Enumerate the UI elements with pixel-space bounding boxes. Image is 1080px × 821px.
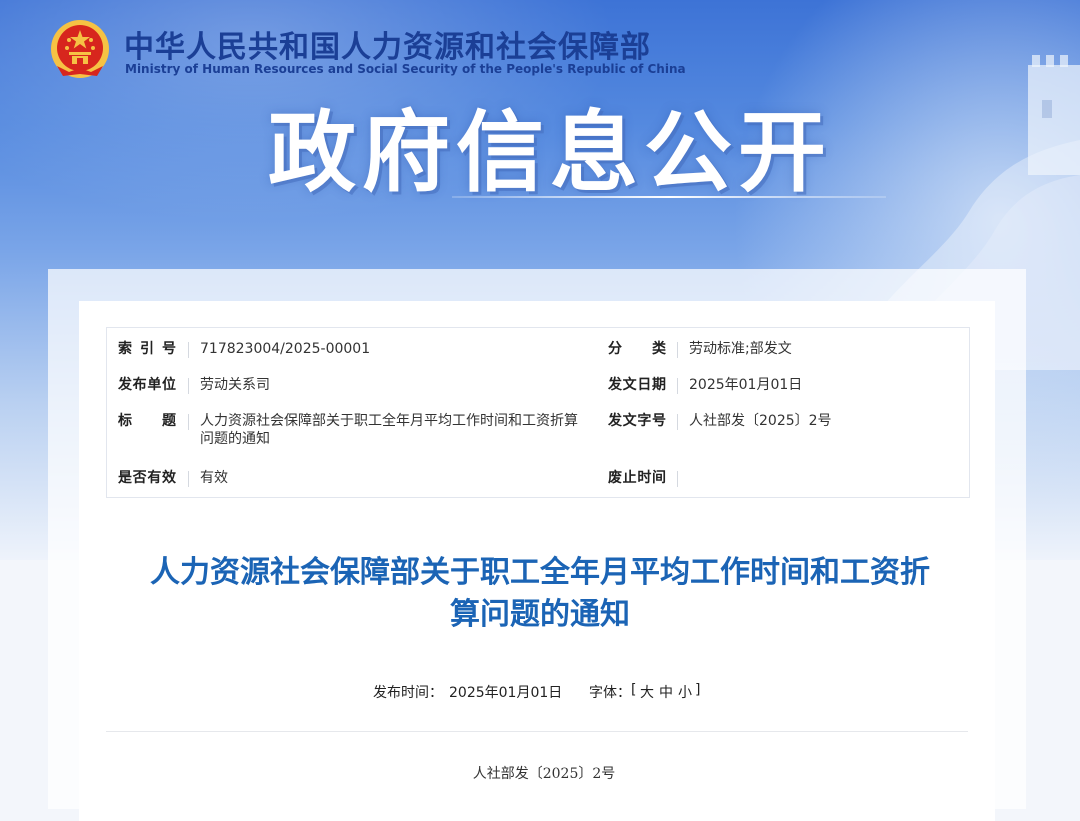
font-size-bracket-open: [ <box>631 682 637 698</box>
meta-value-publisher: 劳动关系司 <box>200 377 270 393</box>
font-size-small-button[interactable]: 小 <box>678 682 692 702</box>
meta-value-title-line: 问题的通知 <box>200 431 270 447</box>
meta-label-category: 分类 <box>608 341 666 357</box>
font-size-bracket-close: ] <box>695 682 701 698</box>
meta-value-validity: 有效 <box>200 470 228 486</box>
meta-label-validity: 是否有效 <box>118 470 176 486</box>
ministry-name-chinese: 中华人民共和国人力资源和社会保障部 <box>124 30 651 65</box>
meta-label-publisher: 发布单位 <box>118 377 176 393</box>
meta-separator <box>677 414 678 430</box>
meta-value-issue-date: 2025年01月01日 <box>689 377 803 393</box>
meta-value-index-no: 717823004/2025-00001 <box>200 341 371 357</box>
font-size-large-button[interactable]: 大 <box>640 682 654 702</box>
meta-separator <box>188 342 189 358</box>
meta-separator <box>677 471 678 487</box>
document-number: 人社部发〔2025〕2号 <box>472 766 616 782</box>
meta-separator <box>677 342 678 358</box>
banner-title: 政府信息公开 <box>268 101 833 204</box>
meta-separator <box>677 378 678 394</box>
document-meta-table: 索引号 717823004/2025-00001 分类 劳动标准;部发文 发布单… <box>106 327 970 498</box>
meta-value-title-line: 人力资源社会保障部关于职工全年月平均工作时间和工资折算 <box>200 413 578 429</box>
meta-separator <box>188 414 189 430</box>
font-size-medium-button[interactable]: 中 <box>659 682 673 702</box>
content-divider <box>106 731 968 732</box>
national-emblem-icon <box>51 20 109 78</box>
meta-value-category: 劳动标准;部发文 <box>689 341 792 357</box>
ministry-name-english: Ministry of Human Resources and Social S… <box>125 62 686 76</box>
meta-separator <box>188 378 189 394</box>
meta-label-repeal-time: 废止时间 <box>608 470 666 486</box>
meta-label-index-no: 索引号 <box>118 341 176 357</box>
meta-separator <box>188 471 189 487</box>
meta-value-title: 人力资源社会保障部关于职工全年月平均工作时间和工资折算 问题的通知 <box>200 412 595 448</box>
font-size-label: 字体： <box>589 685 631 701</box>
meta-label-doc-no: 发文字号 <box>608 413 666 429</box>
meta-label-title: 标题 <box>118 413 176 429</box>
banner-underline <box>452 196 886 198</box>
article-title: 人力资源社会保障部关于职工全年月平均工作时间和工资折 算问题的通知 <box>100 552 980 636</box>
publish-label: 发布时间： <box>373 685 443 701</box>
article-title-line: 算问题的通知 <box>450 597 630 632</box>
publish-date: 2025年01月01日 <box>449 685 563 701</box>
article-title-line: 人力资源社会保障部关于职工全年月平均工作时间和工资折 <box>150 555 930 590</box>
meta-label-issue-date: 发文日期 <box>608 377 666 393</box>
meta-value-doc-no: 人社部发〔2025〕2号 <box>689 413 832 429</box>
